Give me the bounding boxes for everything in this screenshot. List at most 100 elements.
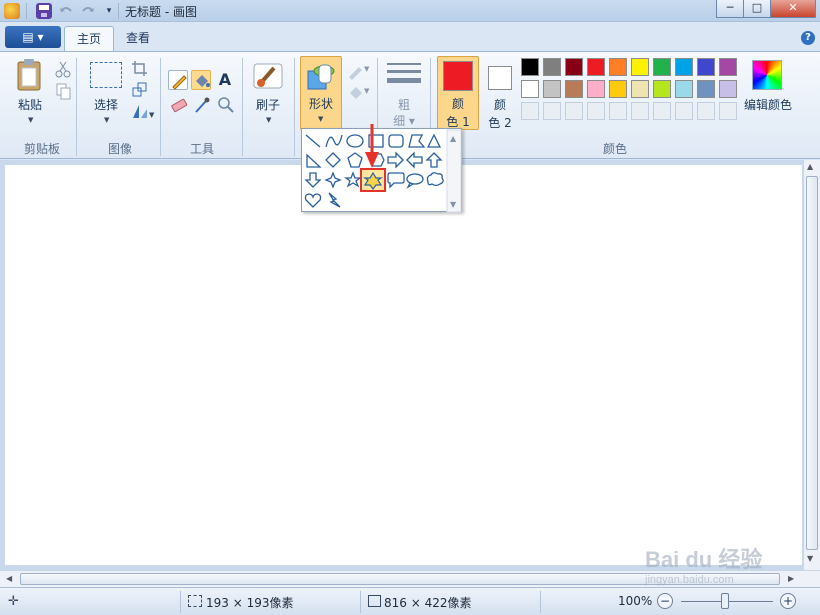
palette-swatch[interactable] — [543, 80, 561, 98]
fill-icon[interactable]: ▼ — [345, 82, 371, 102]
down-arrow-shape-icon[interactable] — [304, 172, 322, 188]
color-picker-icon[interactable] — [191, 94, 211, 114]
select-icon[interactable] — [90, 62, 122, 88]
eraser-icon[interactable] — [168, 94, 188, 114]
shapes-button[interactable]: 形状 ▼ — [300, 56, 342, 130]
five-point-star-shape-icon[interactable] — [344, 171, 362, 188]
copy-icon[interactable] — [52, 80, 72, 100]
rounded-callout-shape-icon[interactable] — [387, 172, 405, 189]
custom-color-slot[interactable] — [697, 102, 715, 120]
resize-icon[interactable] — [129, 79, 149, 99]
fill-bucket-icon[interactable] — [191, 70, 211, 90]
zoom-out-button[interactable]: − — [657, 593, 673, 609]
four-point-star-shape-icon[interactable] — [324, 171, 342, 189]
palette-swatch[interactable] — [697, 80, 715, 98]
select-label[interactable]: 选择 — [88, 96, 124, 113]
undo-icon[interactable] — [58, 3, 74, 19]
line-size-icon[interactable] — [387, 60, 421, 90]
curve-shape-icon[interactable] — [325, 134, 343, 148]
brushes-dropdown-icon[interactable]: ▼ — [266, 116, 271, 124]
palette-swatch[interactable] — [587, 58, 605, 76]
line-shape-icon[interactable] — [305, 134, 321, 148]
palette-swatch[interactable] — [521, 58, 539, 76]
magnifier-icon[interactable] — [215, 94, 235, 114]
color1-button[interactable]: 颜 色 1 — [437, 56, 479, 130]
palette-swatch[interactable] — [609, 80, 627, 98]
heart-shape-icon[interactable] — [304, 193, 322, 208]
cloud-callout-shape-icon[interactable] — [426, 172, 444, 187]
palette-swatch[interactable] — [719, 58, 737, 76]
custom-color-slot[interactable] — [521, 102, 539, 120]
custom-color-slot[interactable] — [587, 102, 605, 120]
brushes-label[interactable]: 刷子 — [250, 96, 286, 113]
custom-color-slot[interactable] — [653, 102, 671, 120]
text-tool-icon[interactable]: A — [215, 70, 235, 90]
custom-color-slot[interactable] — [631, 102, 649, 120]
outline-icon[interactable]: ▼ — [345, 60, 371, 80]
scroll-left-icon[interactable]: ◀ — [6, 574, 12, 583]
palette-swatch[interactable] — [565, 58, 583, 76]
drawing-canvas[interactable] — [5, 165, 802, 565]
paint-menu-button[interactable]: ▤ ▾ — [5, 26, 61, 48]
palette-swatch[interactable] — [543, 58, 561, 76]
redo-icon[interactable] — [80, 3, 96, 19]
palette-swatch[interactable] — [631, 58, 649, 76]
palette-swatch[interactable] — [609, 58, 627, 76]
custom-color-slot[interactable] — [565, 102, 583, 120]
paste-label[interactable]: 粘贴 — [12, 96, 48, 113]
save-icon[interactable] — [36, 3, 52, 19]
vertical-scroll-thumb[interactable] — [806, 176, 818, 550]
palette-swatch[interactable] — [587, 80, 605, 98]
lightning-shape-icon[interactable] — [328, 192, 341, 208]
paint-app-icon[interactable] — [4, 3, 20, 19]
custom-color-slot[interactable] — [609, 102, 627, 120]
brushes-icon[interactable] — [252, 60, 284, 92]
zoom-in-button[interactable]: + — [780, 593, 796, 609]
oval-callout-shape-icon[interactable] — [406, 173, 424, 189]
scroll-up-icon[interactable]: ▲ — [807, 162, 813, 171]
oval-shape-icon[interactable] — [346, 134, 364, 148]
left-arrow-shape-icon[interactable] — [406, 151, 423, 169]
palette-swatch[interactable] — [653, 80, 671, 98]
right-triangle-shape-icon[interactable] — [306, 153, 322, 168]
help-icon[interactable]: ? — [801, 31, 815, 45]
palette-swatch[interactable] — [675, 58, 693, 76]
paste-dropdown-icon[interactable]: ▼ — [28, 116, 33, 124]
diamond-shape-icon[interactable] — [325, 152, 341, 168]
crop-icon[interactable] — [129, 58, 149, 78]
zoom-slider-thumb[interactable] — [721, 593, 729, 609]
close-button[interactable]: ✕ — [770, 0, 816, 18]
palette-swatch[interactable] — [565, 80, 583, 98]
polygon-shape-icon[interactable] — [408, 134, 426, 148]
custom-color-slot[interactable] — [675, 102, 693, 120]
custom-color-slot[interactable] — [543, 102, 561, 120]
edit-colors-label[interactable]: 编辑颜色 — [742, 96, 794, 113]
right-arrow-shape-icon[interactable] — [387, 151, 404, 169]
scroll-down-icon[interactable]: ▼ — [807, 554, 813, 563]
size-label-line2[interactable]: 细 ▾ — [388, 112, 420, 129]
rotate-icon[interactable]: ▼ — [129, 100, 155, 120]
palette-swatch[interactable] — [521, 80, 539, 98]
shapes-scroll-down-icon[interactable]: ▼ — [450, 200, 457, 209]
tab-home[interactable]: 主页 — [64, 26, 115, 52]
pencil-icon[interactable] — [168, 70, 188, 90]
custom-color-slot[interactable] — [719, 102, 737, 120]
minimize-button[interactable]: ─ — [716, 0, 744, 18]
cut-icon[interactable] — [52, 58, 72, 78]
rounded-rectangle-shape-icon[interactable] — [388, 134, 404, 148]
customize-quick-access-icon[interactable]: ▾ — [101, 3, 117, 19]
paste-icon[interactable] — [14, 58, 46, 92]
up-arrow-shape-icon[interactable] — [425, 152, 443, 168]
select-dropdown-icon[interactable]: ▼ — [104, 116, 109, 124]
color2-button[interactable]: 颜 色 2 — [482, 56, 518, 130]
maximize-button[interactable]: □ — [743, 0, 771, 18]
edit-colors-icon[interactable] — [752, 60, 782, 90]
palette-swatch[interactable] — [697, 58, 715, 76]
shapes-scroll-up-icon[interactable]: ▲ — [450, 134, 457, 143]
size-label-line1[interactable]: 粗 — [392, 96, 416, 113]
tab-view[interactable]: 查看 — [114, 26, 162, 52]
vertical-scrollbar[interactable]: ▲ ▼ — [803, 160, 820, 570]
palette-swatch[interactable] — [631, 80, 649, 98]
palette-swatch[interactable] — [675, 80, 693, 98]
pentagon-shape-icon[interactable] — [347, 152, 363, 168]
